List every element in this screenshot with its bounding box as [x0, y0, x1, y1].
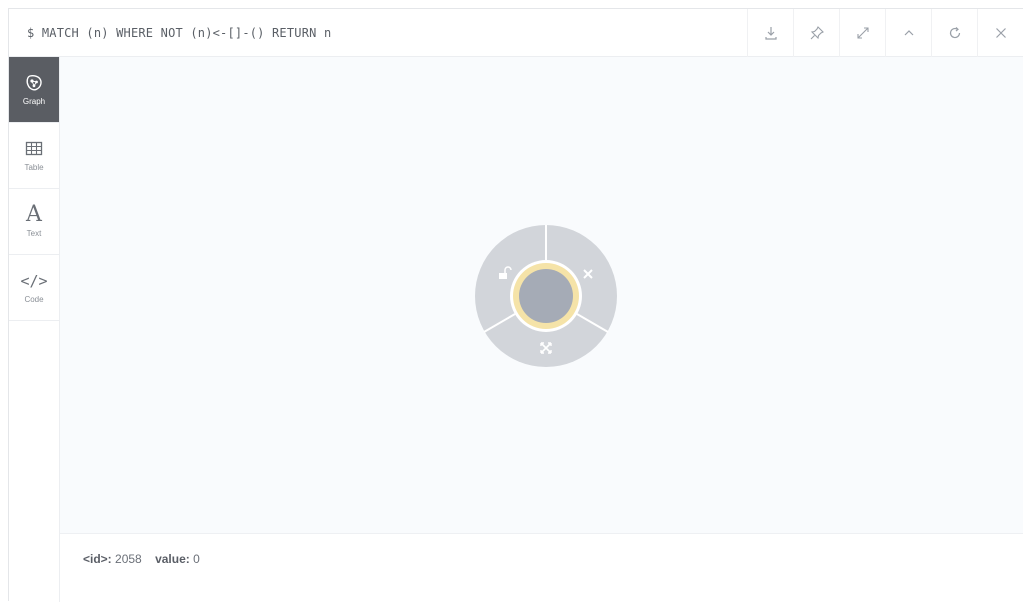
tab-graph-label: Graph: [22, 97, 46, 106]
tab-table[interactable]: Table: [9, 123, 59, 189]
download-icon: [764, 27, 777, 40]
tab-text[interactable]: A Text: [9, 189, 59, 255]
code-icon: </>: [20, 272, 48, 290]
text-icon: A: [26, 202, 42, 227]
result-frame: $ MATCH (n) WHERE NOT (n)<-[]-() RETURN …: [8, 8, 1023, 602]
query-text[interactable]: $ MATCH (n) WHERE NOT (n)<-[]-() RETURN …: [27, 26, 331, 40]
node-context-menu: [475, 225, 617, 367]
graph-icon: [26, 74, 42, 91]
node-circle: [519, 269, 573, 323]
graph-canvas[interactable]: [60, 57, 1023, 533]
download-button[interactable]: [747, 9, 793, 57]
id-key: <id>:: [83, 552, 112, 566]
collapse-button[interactable]: [885, 9, 931, 57]
pin-icon: [810, 26, 824, 40]
properties-row: <id>: 2058 value: 0: [83, 552, 210, 566]
tab-table-label: Table: [24, 163, 44, 172]
table-icon: [25, 141, 43, 156]
id-value: 2058: [115, 552, 142, 566]
tab-code-label: Code: [24, 295, 44, 304]
close-icon: [995, 28, 1006, 38]
header-actions: [747, 9, 1023, 57]
frame-header: $ MATCH (n) WHERE NOT (n)<-[]-() RETURN …: [9, 9, 1023, 57]
tab-code[interactable]: </> Code: [9, 255, 59, 321]
rerun-button[interactable]: [931, 9, 977, 57]
close-button[interactable]: [977, 9, 1023, 57]
view-sidebar: Graph Table A Text </> Code: [9, 57, 60, 602]
collapse-icon: [904, 30, 913, 36]
value-key: value:: [155, 552, 190, 566]
expand-icon: [856, 27, 869, 39]
fullscreen-button[interactable]: [839, 9, 885, 57]
tab-graph[interactable]: Graph: [9, 57, 59, 123]
rerun-icon: [949, 27, 960, 39]
value-value: 0: [193, 552, 200, 566]
graph-svg: [475, 225, 617, 367]
graph-node[interactable]: [510, 260, 582, 332]
tab-text-label: Text: [26, 229, 42, 238]
pin-button[interactable]: [793, 9, 839, 57]
properties-panel: <id>: 2058 value: 0: [60, 533, 1023, 602]
